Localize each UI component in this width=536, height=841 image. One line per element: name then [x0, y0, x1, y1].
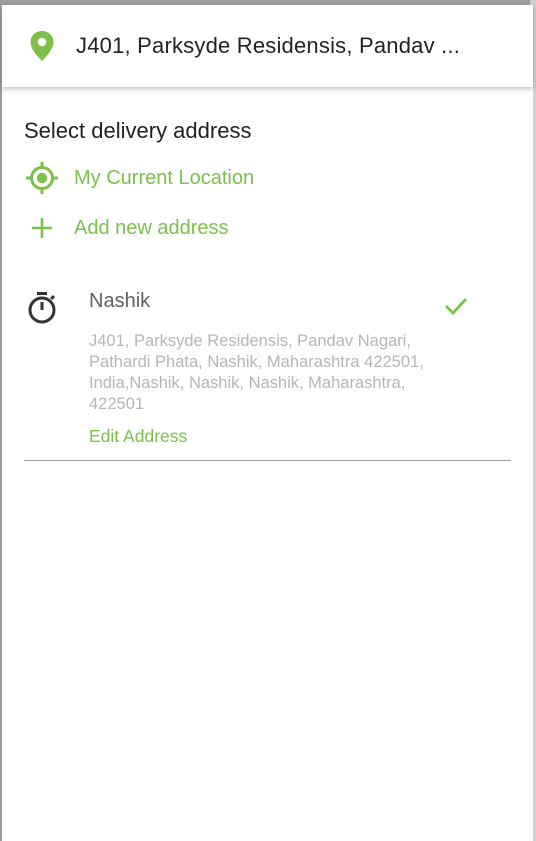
selected-address-bar[interactable]: J401, Parksyde Residensis, Pandav ... [2, 5, 533, 87]
timer-icon [26, 291, 58, 325]
selected-check-icon [444, 296, 468, 316]
address-name: Nashik [89, 290, 151, 312]
current-location-button[interactable]: My Current Location [24, 161, 254, 195]
delivery-address-sheet: J401, Parksyde Residensis, Pandav ... Se… [2, 5, 533, 841]
edit-address-button[interactable]: Edit Address [89, 426, 187, 447]
selected-address-text: J401, Parksyde Residensis, Pandav ... [76, 33, 461, 58]
location-pin-icon [29, 30, 55, 62]
page-title: Select delivery address [24, 118, 252, 143]
address-full-text: J401, Parksyde Residensis, Pandav Nagari… [89, 332, 424, 413]
add-new-address-label: Add new address [74, 216, 229, 239]
gps-target-icon [24, 161, 60, 195]
current-location-label: My Current Location [74, 166, 255, 189]
add-new-address-button[interactable]: Add new address [24, 211, 229, 245]
plus-icon [24, 211, 60, 245]
saved-address-item[interactable]: Nashik J401, Parksyde Residensis, Pandav… [24, 289, 511, 461]
divider [24, 460, 511, 461]
